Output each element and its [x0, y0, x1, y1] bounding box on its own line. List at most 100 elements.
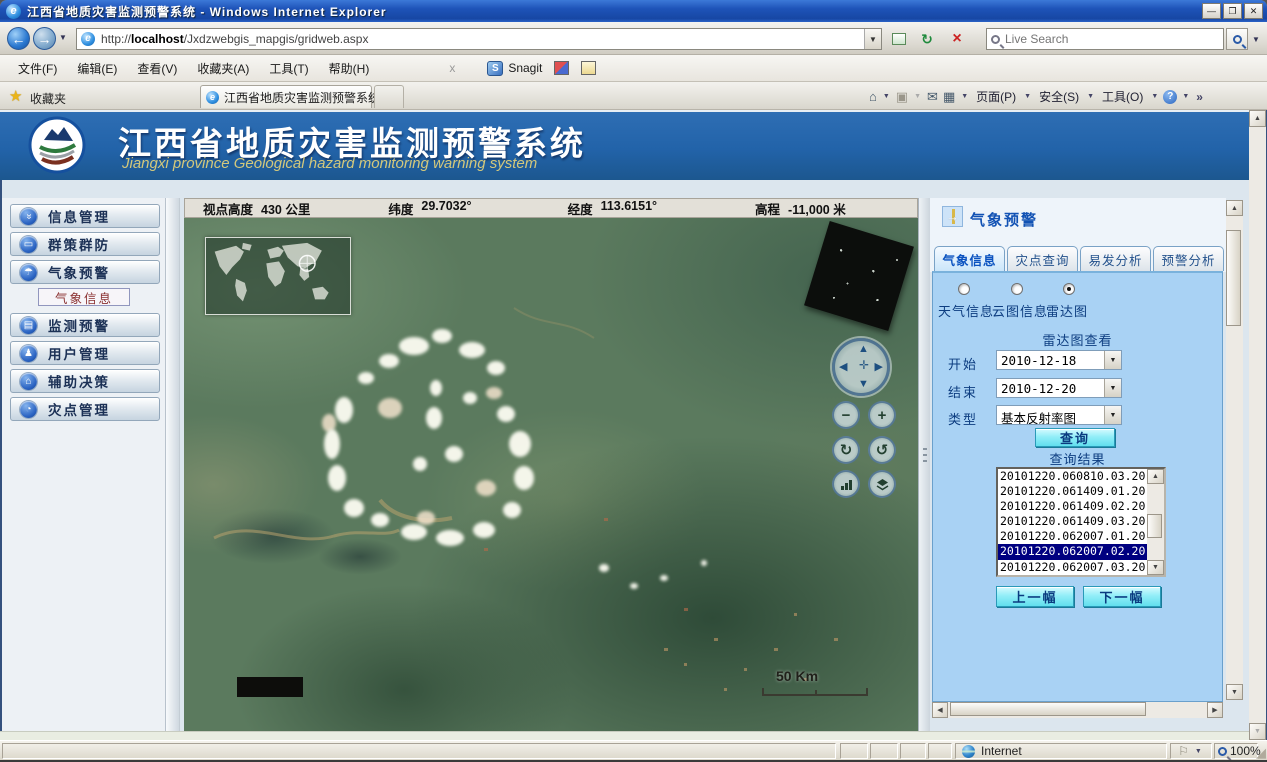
- sidebar-item-hazard-point-management[interactable]: ◔ 灾点管理: [10, 397, 160, 421]
- page-vertical-scrollbar[interactable]: [1249, 110, 1266, 740]
- safety-menu[interactable]: 安全(S): [1036, 86, 1082, 107]
- radio-weather-info[interactable]: [958, 283, 970, 295]
- rotate-ccw-button[interactable]: ↺: [868, 436, 896, 464]
- snagit-label[interactable]: Snagit: [508, 61, 542, 75]
- new-tab-button[interactable]: [374, 85, 404, 108]
- search-go-button[interactable]: [1226, 28, 1248, 50]
- sidebar-splitter[interactable]: [165, 198, 179, 731]
- listbox-scrollbar[interactable]: [1147, 469, 1164, 575]
- world-overview-inset[interactable]: [205, 237, 351, 315]
- start-date-select[interactable]: 2010-12-18: [996, 350, 1122, 370]
- toolbar-close-button[interactable]: x: [439, 61, 465, 75]
- tab-hazard-query[interactable]: 灾点查询: [1007, 246, 1078, 271]
- search-box[interactable]: [986, 28, 1224, 50]
- query-button[interactable]: 查询: [1035, 428, 1115, 447]
- sidebar-item-user-management[interactable]: ♟ 用户管理: [10, 341, 160, 365]
- result-item[interactable]: 20101220.061409.02.20.: [998, 499, 1147, 514]
- more-commands-chevron[interactable]: »: [1194, 90, 1205, 104]
- address-dropdown-button[interactable]: [864, 29, 881, 49]
- snagit-icon[interactable]: S: [487, 61, 503, 76]
- scroll-down-icon[interactable]: [1147, 560, 1164, 575]
- menu-favorites[interactable]: 收藏夹(A): [187, 56, 259, 81]
- snagit-capture-icon[interactable]: [554, 61, 569, 75]
- map-pan-control[interactable]: ✛: [832, 338, 890, 396]
- menu-file[interactable]: 文件(F): [8, 56, 67, 81]
- radio-cloud-image[interactable]: [1011, 283, 1023, 295]
- results-listbox[interactable]: 20101220.060810.03.20. 20101220.061409.0…: [996, 467, 1166, 577]
- result-item[interactable]: 20101220.060810.03.20.: [998, 469, 1147, 484]
- sidebar-item-mass-prevention[interactable]: ▭ 群策群防: [10, 232, 160, 256]
- maximize-button[interactable]: ❐: [1223, 3, 1242, 19]
- panel-scroll-down-icon[interactable]: [1226, 684, 1243, 700]
- end-date-dropdown-icon[interactable]: [1104, 379, 1121, 397]
- help-dropdown[interactable]: [1180, 93, 1191, 100]
- favorites-button[interactable]: 收藏夹: [30, 90, 66, 107]
- compatibility-button[interactable]: [886, 27, 912, 51]
- back-button[interactable]: ←: [7, 27, 30, 50]
- page-scroll-down-icon[interactable]: [1249, 723, 1266, 740]
- type-dropdown-icon[interactable]: [1104, 406, 1121, 424]
- menu-tools[interactable]: 工具(T): [259, 56, 318, 81]
- tab-susceptibility-analysis[interactable]: 易发分析: [1080, 246, 1151, 271]
- sidebar-item-weather-warning[interactable]: ☂ 气象预警: [10, 260, 160, 284]
- sidebar-item-decision-support[interactable]: ⌂ 辅助决策: [10, 369, 160, 393]
- result-item[interactable]: 20101220.062007.01.20.: [998, 529, 1147, 544]
- page-menu[interactable]: 页面(P): [973, 86, 1019, 107]
- sidebar-submenu-weather-info[interactable]: 气象信息: [38, 288, 130, 306]
- feeds-icon[interactable]: ▣: [895, 89, 909, 105]
- page-dropdown[interactable]: [1022, 93, 1033, 100]
- pan-up-icon[interactable]: [858, 344, 869, 355]
- feeds-dropdown[interactable]: [912, 93, 923, 100]
- mail-icon[interactable]: ✉: [926, 89, 939, 105]
- tab-warning-analysis[interactable]: 预警分析: [1153, 246, 1224, 271]
- panel-scroll-right-icon[interactable]: [1207, 702, 1223, 718]
- panel-scroll-up-icon[interactable]: [1226, 200, 1243, 216]
- home-icon[interactable]: ⌂: [868, 89, 878, 104]
- safety-dropdown[interactable]: [1085, 93, 1096, 100]
- zoom-in-button[interactable]: +: [868, 401, 896, 429]
- favorites-star-icon[interactable]: ★: [9, 87, 22, 105]
- tab-weather-info[interactable]: 气象信息: [934, 246, 1005, 271]
- menu-view[interactable]: 查看(V): [127, 56, 187, 81]
- snagit-editor-icon[interactable]: [581, 61, 596, 75]
- home-dropdown[interactable]: [881, 93, 892, 100]
- radio-label-cloud[interactable]: 云图信息: [992, 301, 1048, 320]
- scroll-up-icon[interactable]: [1147, 469, 1164, 484]
- history-dropdown-icon[interactable]: [59, 33, 67, 42]
- print-icon[interactable]: ▦: [942, 89, 956, 105]
- panel-scrollbar-thumb[interactable]: [1226, 230, 1241, 326]
- radio-label-radar[interactable]: 雷达图: [1046, 301, 1088, 320]
- minimize-button[interactable]: —: [1202, 3, 1221, 19]
- tools-menu[interactable]: 工具(O): [1099, 86, 1146, 107]
- refresh-button[interactable]: ↻: [914, 27, 940, 51]
- result-item[interactable]: 20101220.062007.03.20.: [998, 560, 1147, 575]
- type-select[interactable]: 基本反射率图: [996, 405, 1122, 425]
- result-item[interactable]: 20101220.061409.01.20.: [998, 484, 1147, 499]
- previous-image-button[interactable]: 上一幅: [996, 586, 1074, 607]
- panel-hscrollbar-thumb[interactable]: [950, 702, 1146, 716]
- map-viewport[interactable]: ✛ − + ↻ ↺ 50 Km: [184, 218, 918, 731]
- search-options-dropdown[interactable]: [1249, 28, 1263, 50]
- end-date-select[interactable]: 2010-12-20: [996, 378, 1122, 398]
- resize-grip[interactable]: ◢: [1256, 745, 1266, 761]
- radio-radar-image[interactable]: [1063, 283, 1075, 295]
- address-field[interactable]: e http://localhost/Jxdzwebgis_mapgis/gri…: [76, 28, 882, 50]
- search-input[interactable]: [1005, 32, 1219, 46]
- layers-button[interactable]: [868, 470, 896, 498]
- panel-horizontal-scrollbar[interactable]: [932, 702, 1223, 718]
- result-item-selected[interactable]: 20101220.062007.02.20.: [998, 544, 1147, 559]
- sidebar-item-monitoring-warning[interactable]: ▤ 监测预警: [10, 313, 160, 337]
- protected-mode-dropdown[interactable]: [1193, 748, 1204, 755]
- pan-down-icon[interactable]: [858, 379, 869, 390]
- protected-mode-cell[interactable]: ⚐: [1170, 743, 1212, 759]
- pan-center-icon[interactable]: ✛: [859, 360, 869, 371]
- pan-right-icon[interactable]: [875, 362, 883, 373]
- rotate-cw-button[interactable]: ↻: [832, 436, 860, 464]
- pan-left-icon[interactable]: [839, 362, 847, 373]
- close-button[interactable]: ✕: [1244, 3, 1263, 19]
- zoom-cell[interactable]: 100%: [1214, 743, 1258, 759]
- tools-dropdown[interactable]: [1149, 93, 1160, 100]
- panel-scroll-left-icon[interactable]: [932, 702, 948, 718]
- next-image-button[interactable]: 下一幅: [1083, 586, 1161, 607]
- page-scroll-up-icon[interactable]: [1249, 110, 1266, 127]
